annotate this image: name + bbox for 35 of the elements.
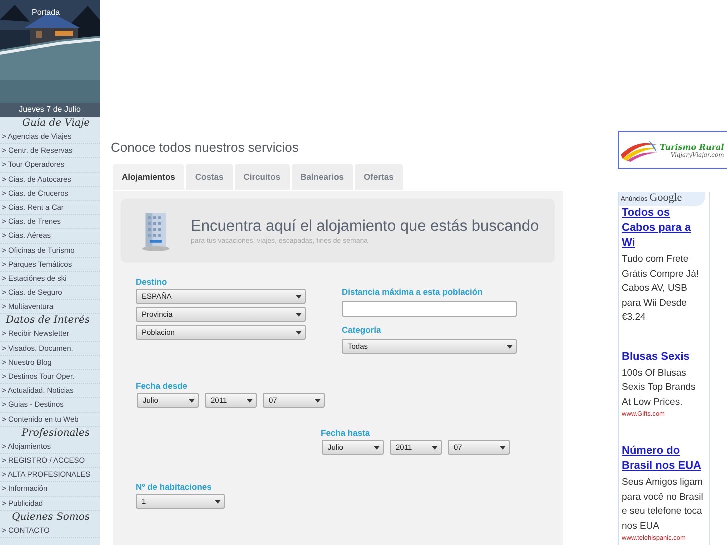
ad-text: Tudo com Frete Grátis Compre Já! Cabos AV, USB para Wii Desde €3.24 (622, 253, 700, 325)
caret-icon (315, 398, 321, 402)
logo-title: Turismo Rural (660, 142, 724, 152)
ads-brand: Google (650, 192, 682, 204)
ad-title-link[interactable]: Número do Brasil nos EUA (622, 444, 705, 474)
ad-text: Seus Amigos ligam para você no Brasil e seu telefone toca nos EUA (622, 476, 704, 534)
caret-icon (296, 312, 302, 316)
date-bar: Jueves 7 de Julio (0, 103, 100, 117)
distance-input[interactable] (342, 301, 517, 317)
caret-icon (507, 344, 513, 348)
banner-heading: Encuentra aquí el alojamiento que estás buscando (191, 218, 540, 236)
tab[interactable]: Alojamientos (113, 164, 184, 190)
caret-icon (247, 398, 253, 402)
section-heading: Guía de Viaje (22, 117, 91, 130)
photo-caption: Portada (32, 8, 60, 17)
caret-icon (500, 446, 506, 450)
section-heading: Datos de Interés (4, 314, 91, 328)
caret-icon (296, 294, 302, 298)
ad-title-link[interactable]: Todos os Cabos para a Wi (622, 206, 705, 251)
field-label: Fecha desde (136, 380, 188, 393)
field-label: Nº de habitaciones (136, 481, 213, 494)
section-heading: Quienes Somos (11, 510, 91, 524)
ad-title-link[interactable]: Blusas Sexis (622, 350, 705, 364)
caret-icon (374, 446, 380, 450)
caret-icon (215, 500, 221, 504)
section-heading: Profesionales (20, 426, 91, 440)
field-label: Categoría (342, 324, 382, 337)
ad-text: 100s Of Blusas Sexis Top Brands At Low Prices. (622, 366, 697, 410)
field-label: Fecha hasta (321, 427, 372, 440)
field-label: Destino (136, 276, 168, 289)
caret-icon (432, 446, 438, 450)
caret-icon (296, 330, 302, 334)
page-heading: Conoce todos nuestros servicios (111, 140, 300, 155)
field-label: Distancia máxima a esta población (342, 286, 484, 299)
caret-icon (189, 398, 195, 402)
